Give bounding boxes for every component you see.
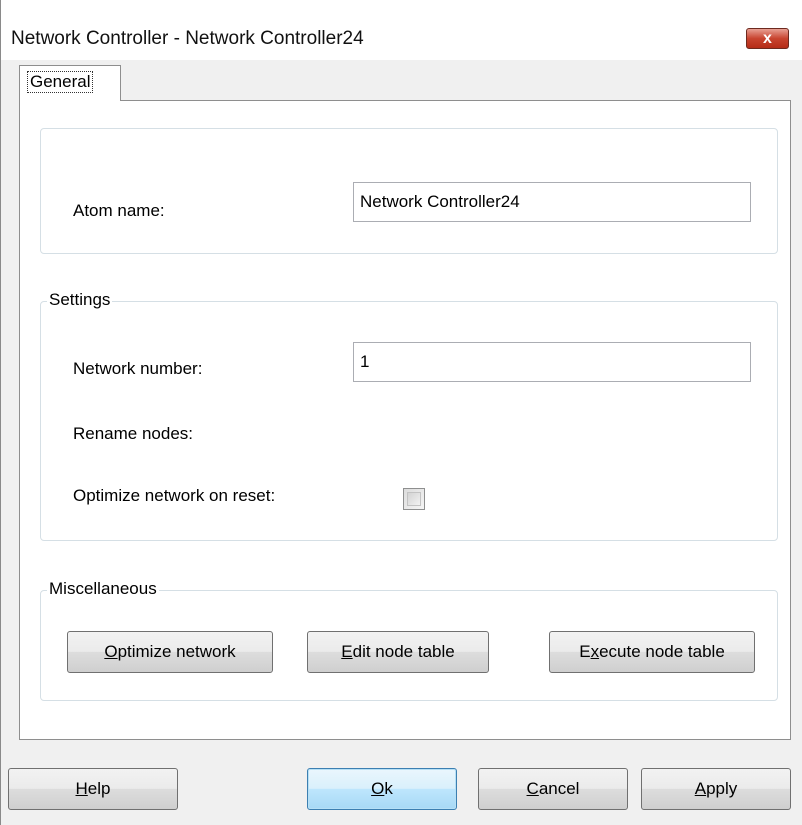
optimize-network-label: ptimize network — [117, 642, 236, 661]
apply-label: pply — [706, 779, 738, 798]
edit-node-table-hotkey: E — [341, 642, 353, 661]
close-icon: x — [763, 29, 772, 47]
title-bar: Network Controller - Network Controller2… — [1, 0, 802, 60]
miscellaneous-legend: Miscellaneous — [47, 579, 159, 599]
cancel-hotkey: C — [526, 779, 539, 798]
apply-button[interactable]: Apply — [641, 768, 791, 810]
network-number-input[interactable] — [353, 342, 751, 382]
settings-group: Settings Network number: Rename nodes: O… — [40, 290, 778, 541]
execute-node-table-hotkey: x — [590, 642, 600, 661]
help-button[interactable]: Help — [8, 768, 178, 810]
tab-general[interactable]: General — [19, 65, 121, 101]
execute-node-table-prefix: E — [579, 642, 591, 661]
cancel-button[interactable]: Cancel — [478, 768, 628, 810]
rename-nodes-label: Rename nodes: — [73, 424, 194, 443]
apply-hotkey: A — [694, 779, 707, 798]
atom-name-input[interactable] — [353, 182, 751, 222]
help-hotkey: H — [75, 779, 88, 798]
dialog-window: Network Controller - Network Controller2… — [0, 0, 802, 825]
miscellaneous-group: Miscellaneous Optimize network Edit node… — [40, 579, 778, 701]
help-label: elp — [87, 779, 111, 798]
ok-button[interactable]: Ok — [307, 768, 457, 810]
atom-name-label: Atom name: — [73, 201, 165, 220]
tab-general-label: General — [26, 71, 94, 93]
window-title: Network Controller - Network Controller2… — [11, 28, 364, 49]
network-number-label: Network number: — [73, 359, 203, 378]
optimize-on-reset-checkbox[interactable] — [403, 488, 425, 510]
atom-name-group: Atom name: — [40, 128, 778, 254]
execute-node-table-button[interactable]: Ex ecute node table — [549, 631, 755, 673]
optimize-network-button[interactable]: Optimize network — [67, 631, 273, 673]
edit-node-table-label: dit node table — [352, 642, 455, 661]
execute-node-table-label: ecute node table — [599, 642, 725, 661]
settings-legend: Settings — [47, 290, 113, 310]
ok-hotkey: O — [371, 779, 385, 798]
close-button[interactable]: x — [746, 28, 789, 49]
optimize-network-hotkey: O — [104, 642, 118, 661]
cancel-label: ancel — [538, 779, 580, 798]
ok-label: k — [384, 779, 393, 798]
edit-node-table-button[interactable]: Edit node table — [307, 631, 489, 673]
tab-panel-general: Atom name: Settings Network number: Rena… — [19, 100, 791, 740]
optimize-on-reset-label: Optimize network on reset: — [73, 486, 276, 505]
